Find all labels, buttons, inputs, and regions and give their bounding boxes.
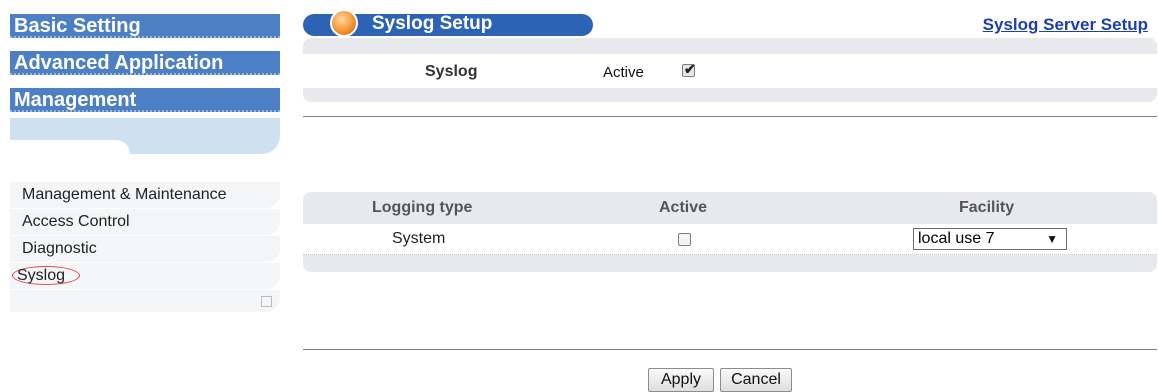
nav-advanced-application[interactable]: Advanced Application — [10, 51, 280, 75]
logging-table: Logging type Active Facility System loca… — [303, 192, 1157, 272]
syslog-row: Syslog Active ✔ — [303, 54, 1157, 88]
sidebar: Basic Setting Advanced Application Manag… — [10, 0, 280, 390]
syslog-panel: Syslog Active ✔ — [303, 38, 1157, 102]
divider — [303, 116, 1157, 117]
facility-select-value: local use 7 — [918, 230, 995, 247]
checkmark-icon: ✔ — [684, 61, 696, 77]
column-header-facility: Facility — [959, 199, 1015, 216]
column-header-logging-type: Logging type — [372, 199, 473, 216]
syslog-server-setup-link[interactable]: Syslog Server Setup — [983, 15, 1148, 35]
sidebar-item-diagnostic[interactable]: Diagnostic — [10, 236, 280, 263]
sidebar-item-access-control[interactable]: Access Control — [10, 209, 280, 236]
sub-menu: Management & Maintenance Access Control … — [10, 182, 280, 312]
table-row: System local use 7 ▼ — [303, 224, 1157, 255]
cancel-button[interactable]: Cancel — [720, 368, 792, 392]
sidebar-item-syslog[interactable]: Syslog — [10, 263, 280, 290]
system-active-checkbox[interactable] — [678, 233, 691, 246]
divider — [303, 349, 1157, 350]
nav-panel-decoration — [10, 118, 280, 154]
apply-button[interactable]: Apply — [648, 368, 714, 392]
sidebar-item-label: Management & Maintenance — [22, 186, 227, 203]
sidebar-item-label: Syslog — [12, 266, 81, 285]
nav-management[interactable]: Management — [10, 88, 280, 112]
sidebar-item-management-maintenance[interactable]: Management & Maintenance — [10, 182, 280, 209]
syslog-active-checkbox[interactable]: ✔ — [682, 61, 696, 77]
sub-menu-footer — [10, 290, 280, 312]
column-header-active: Active — [659, 199, 708, 216]
sidebar-item-label: Access Control — [22, 213, 130, 230]
page-title: Syslog Setup — [372, 13, 493, 34]
orange-ball-icon — [330, 9, 358, 37]
logging-type-cell: System — [392, 230, 446, 247]
collapse-icon[interactable] — [261, 296, 272, 307]
facility-select[interactable]: local use 7 ▼ — [913, 228, 1067, 250]
nav-basic-setting[interactable]: Basic Setting — [10, 14, 280, 38]
sidebar-item-label: Diagnostic — [22, 240, 97, 257]
syslog-label: Syslog — [425, 63, 478, 80]
dropdown-arrow-icon: ▼ — [1046, 232, 1058, 246]
syslog-active-label: Active — [603, 64, 644, 81]
